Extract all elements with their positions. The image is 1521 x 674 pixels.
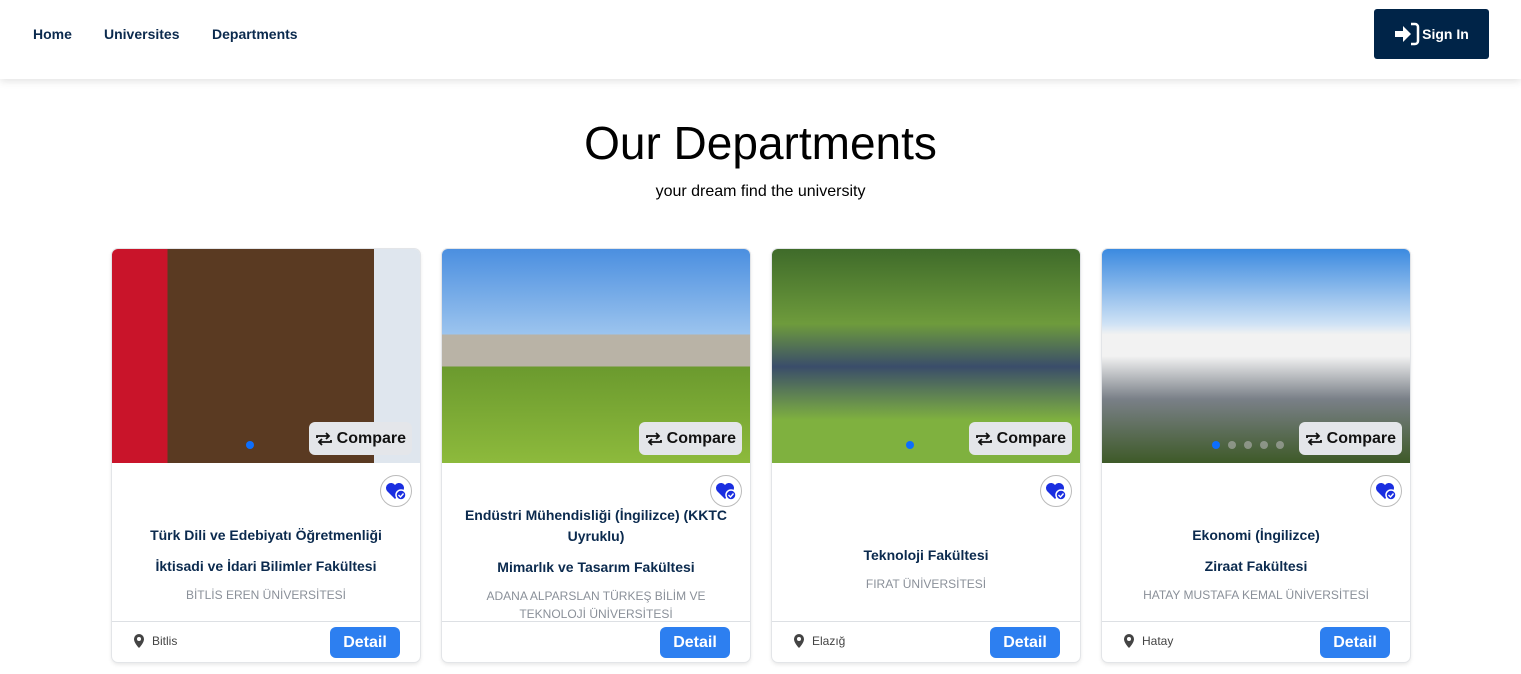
department-name: Endüstri Mühendisliği (İngilizce) (KKTC … bbox=[464, 507, 728, 544]
city: Hatay bbox=[1142, 634, 1174, 648]
nav-universites[interactable]: Universites bbox=[104, 26, 179, 42]
favorite-button[interactable] bbox=[380, 475, 412, 507]
compare-icon bbox=[975, 431, 992, 446]
compare-button[interactable]: Compare bbox=[638, 422, 742, 455]
carousel-dot[interactable] bbox=[1212, 441, 1220, 449]
heart-check-icon bbox=[716, 483, 737, 501]
navbar: Home Universites Departments Sign In bbox=[0, 0, 1521, 79]
carousel-dot[interactable] bbox=[1228, 441, 1236, 449]
favorite-button[interactable] bbox=[1370, 475, 1402, 507]
carousel-indicators bbox=[906, 441, 914, 449]
carousel-dot[interactable] bbox=[246, 441, 254, 449]
nav-departments[interactable]: Departments bbox=[212, 26, 298, 42]
compare-label: Compare bbox=[996, 429, 1066, 447]
carousel-dot[interactable] bbox=[1260, 441, 1268, 449]
location-pin-icon bbox=[1124, 634, 1134, 648]
university-name: BİTLİS EREN ÜNİVERSİTESİ bbox=[185, 587, 347, 602]
heart-check-icon bbox=[386, 483, 407, 501]
faculty-name: İktisadi ve İdari Bilimler Fakültesi bbox=[155, 557, 377, 574]
card-image[interactable]: Compare bbox=[442, 249, 750, 463]
compare-button[interactable]: Compare bbox=[968, 422, 1072, 455]
university-name: FIRAT ÜNİVERSİTESİ bbox=[865, 577, 987, 591]
sign-in-button[interactable]: Sign In bbox=[1374, 9, 1489, 59]
faculty-name: Teknoloji Fakültesi bbox=[863, 547, 989, 563]
compare-button[interactable]: Compare bbox=[308, 422, 412, 455]
card-image[interactable]: Compare bbox=[1102, 249, 1410, 463]
compare-label: Compare bbox=[336, 429, 406, 447]
heart-check-icon bbox=[1046, 483, 1067, 501]
department-card: Compare Teknoloji Fakültesi FIRAT ÜNİVER… bbox=[772, 249, 1080, 662]
department-name: Ekonomi (İngilizce) bbox=[1192, 526, 1320, 543]
faculty-name: Mimarlık ve Tasarım Fakültesi bbox=[497, 559, 695, 575]
page-title: Our Departments bbox=[584, 117, 937, 169]
department-card: Compare Endüstri Mühendisliği (İngilizce… bbox=[442, 249, 750, 662]
location-pin-icon bbox=[794, 634, 804, 648]
detail-button[interactable]: Detail bbox=[1320, 627, 1390, 658]
city: Bitlis bbox=[152, 634, 178, 648]
department-card: Compare Ekonomi (İngilizce) Ziraat Fakül… bbox=[1102, 249, 1410, 662]
sign-in-icon bbox=[1395, 22, 1420, 46]
city: Elazığ bbox=[812, 634, 846, 648]
carousel-dot[interactable] bbox=[1244, 441, 1252, 449]
sign-in-label: Sign In bbox=[1422, 26, 1469, 42]
university-name: HATAY MUSTAFA KEMAL ÜNİVERSİTESİ bbox=[1143, 587, 1369, 602]
carousel-dot[interactable] bbox=[1276, 441, 1284, 449]
location-pin-icon bbox=[134, 634, 144, 648]
heart-check-icon bbox=[1376, 483, 1397, 501]
card-image[interactable]: Compare bbox=[112, 249, 420, 463]
department-name: Türk Dili ve Edebiyatı Öğretmenliği bbox=[150, 526, 382, 543]
card-image[interactable]: Compare bbox=[772, 249, 1080, 463]
department-card: Compare Türk Dili ve Edebiyatı Öğretmenl… bbox=[112, 249, 420, 662]
university-name: ADANA ALPARSLAN TÜRKEŞ BİLİM VE TEKNOLOJ… bbox=[486, 589, 706, 621]
carousel-indicators bbox=[1212, 441, 1284, 449]
favorite-button[interactable] bbox=[710, 475, 742, 507]
detail-button[interactable]: Detail bbox=[330, 627, 400, 658]
compare-button[interactable]: Compare bbox=[1298, 422, 1402, 455]
compare-label: Compare bbox=[1326, 429, 1396, 447]
compare-icon bbox=[645, 431, 662, 446]
carousel-dot[interactable] bbox=[906, 441, 914, 449]
nav-home[interactable]: Home bbox=[33, 26, 72, 42]
favorite-button[interactable] bbox=[1040, 475, 1072, 507]
faculty-name: Ziraat Fakültesi bbox=[1204, 557, 1308, 574]
detail-button[interactable]: Detail bbox=[660, 627, 730, 658]
detail-button[interactable]: Detail bbox=[990, 627, 1060, 658]
compare-label: Compare bbox=[666, 429, 736, 447]
compare-icon bbox=[315, 431, 332, 446]
carousel-indicators bbox=[246, 441, 254, 449]
page-subtitle: your dream find the university bbox=[655, 183, 866, 200]
compare-icon bbox=[1305, 431, 1322, 446]
